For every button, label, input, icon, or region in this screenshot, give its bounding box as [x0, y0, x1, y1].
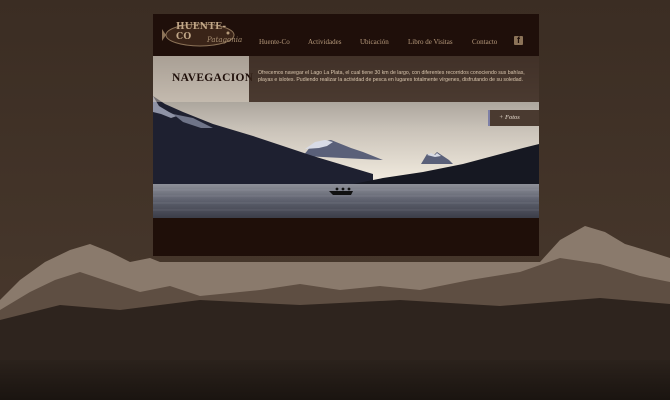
hero-image: NAVEGACION Ofrecemos navegar el Lago La …: [153, 56, 539, 218]
nav-item-libro-de-visitas[interactable]: Libro de Visitas: [408, 38, 453, 46]
photos-button[interactable]: + Fotos: [488, 110, 539, 126]
logo-subtitle: Patagonia: [207, 36, 243, 44]
nav-item-contacto[interactable]: Contacto: [472, 38, 497, 46]
facebook-icon[interactable]: f: [514, 35, 523, 45]
photos-button-label: + Fotos: [499, 114, 520, 121]
section-description: Ofrecemos navegar el Lago La Plata, el c…: [258, 70, 525, 84]
section-title: NAVEGACION: [172, 72, 254, 84]
section-title-box: NAVEGACION: [153, 56, 253, 102]
nav-item-ubicacion[interactable]: Ubicación: [360, 38, 389, 46]
nav-item-huente-co[interactable]: Huente-Co: [259, 38, 290, 46]
content-panel: HUENTE-CO Patagonia Huente-Co Actividade…: [153, 14, 539, 256]
footer: [153, 218, 539, 256]
nav-item-actividades[interactable]: Actividades: [308, 38, 341, 46]
header: HUENTE-CO Patagonia Huente-Co Actividade…: [153, 14, 539, 56]
description-box: Ofrecemos navegar el Lago La Plata, el c…: [249, 56, 539, 102]
site-logo[interactable]: HUENTE-CO Patagonia: [162, 19, 243, 53]
